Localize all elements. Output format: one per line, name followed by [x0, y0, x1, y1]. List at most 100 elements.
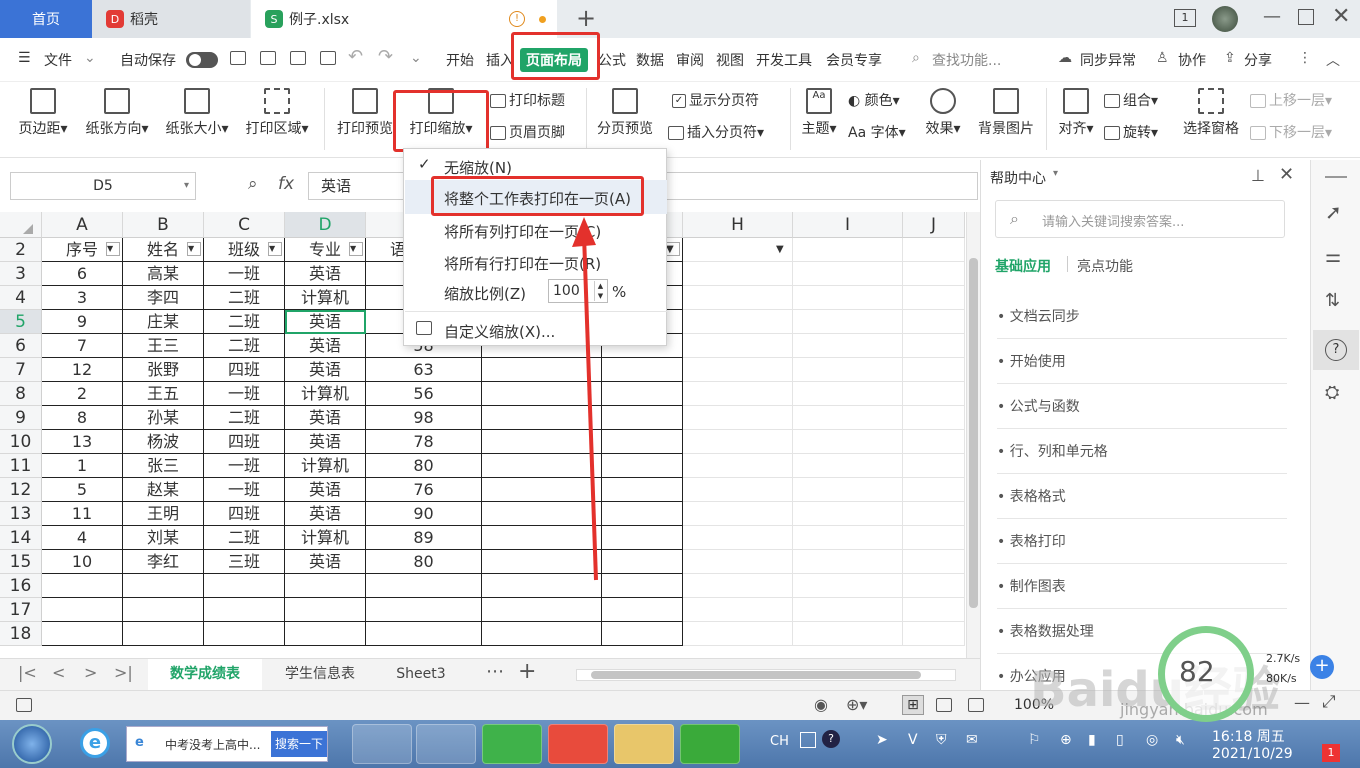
print-icon[interactable]	[290, 51, 306, 65]
table-cell[interactable]: 76	[366, 478, 482, 502]
menu-insert[interactable]: 插入	[486, 50, 514, 70]
table-cell[interactable]: 二班	[204, 526, 285, 550]
sheet-tab-active[interactable]: 数学成绩表	[148, 659, 262, 690]
print-titles-button[interactable]: 打印标题	[490, 90, 565, 110]
empty-cell[interactable]	[793, 406, 903, 430]
empty-cell[interactable]	[903, 550, 965, 574]
table-cell[interactable]	[366, 598, 482, 622]
empty-cell[interactable]	[903, 598, 965, 622]
column-header[interactable]: H	[683, 212, 793, 238]
table-cell[interactable]: 80	[366, 550, 482, 574]
table-cell[interactable]: 一班	[204, 454, 285, 478]
browser2-taskbar-icon[interactable]	[482, 724, 542, 764]
menu-member[interactable]: 会员专享	[826, 50, 882, 70]
insert-page-break-button[interactable]: 插入分页符▾	[668, 122, 764, 142]
colors-button[interactable]: ◐ 颜色▾	[848, 90, 900, 110]
empty-cell[interactable]	[903, 526, 965, 550]
table-cell[interactable]: 89	[366, 526, 482, 550]
margins-button[interactable]: 页边距▾	[10, 88, 76, 138]
table-cell[interactable]: 9	[42, 310, 123, 334]
help-search-box[interactable]: ⌕ 请输入关键词搜索答案...	[995, 200, 1285, 238]
table-cell[interactable]: 四班	[204, 502, 285, 526]
effects-button[interactable]: 效果▾	[920, 88, 966, 138]
empty-cell[interactable]	[683, 454, 793, 478]
column-header[interactable]: C	[204, 212, 285, 238]
row-header[interactable]: 9	[0, 406, 42, 430]
column-header[interactable]: B	[123, 212, 204, 238]
table-cell[interactable]: 英语	[285, 406, 366, 430]
table-cell[interactable]: 英语	[285, 430, 366, 454]
table-cell[interactable]: 计算机	[285, 382, 366, 406]
image-settings-icon[interactable]: ⛭	[1325, 382, 1339, 403]
column-header[interactable]: J	[903, 212, 965, 238]
table-cell[interactable]: 二班	[204, 334, 285, 358]
fx-icon[interactable]: fx	[278, 174, 294, 194]
last-sheet-icon[interactable]: >|	[114, 663, 133, 682]
eye-protect-icon[interactable]: ◉	[814, 695, 828, 714]
column-header[interactable]: D	[285, 212, 366, 238]
browser-task[interactable]: e 中考没考上高中... 搜索一下	[126, 726, 328, 762]
network-icon[interactable]: ▮	[1088, 732, 1096, 748]
empty-cell[interactable]	[903, 430, 965, 454]
help-topic-item[interactable]: • 文档云同步	[997, 306, 1287, 339]
row-header[interactable]: 4	[0, 286, 42, 310]
search-once-button[interactable]: 搜索一下	[271, 731, 327, 757]
row-header[interactable]: 3	[0, 262, 42, 286]
filter-dropdown-icon[interactable]: ▼	[666, 244, 674, 255]
table-cell[interactable]: 一班	[204, 382, 285, 406]
macro-icon[interactable]	[16, 698, 32, 712]
empty-cell[interactable]	[903, 286, 965, 310]
table-cell[interactable]: 11	[42, 502, 123, 526]
filter-dropdown-icon[interactable]: ▼	[776, 244, 784, 255]
next-sheet-icon[interactable]: >	[84, 663, 97, 682]
table-cell[interactable]	[285, 598, 366, 622]
table-cell[interactable]: 杨波	[123, 430, 204, 454]
menu-file[interactable]: 文件	[44, 50, 72, 70]
window-count-icon[interactable]: 1	[1174, 9, 1196, 27]
empty-cell[interactable]	[683, 622, 793, 646]
table-cell[interactable]: 英语	[285, 502, 366, 526]
table-cell[interactable]: 90	[366, 502, 482, 526]
tray-arrow-icon[interactable]: ➤	[876, 732, 888, 748]
sort-icon[interactable]: ⇅	[1325, 290, 1340, 311]
table-cell[interactable]	[482, 598, 602, 622]
table-cell[interactable]: 王明	[123, 502, 204, 526]
empty-cell[interactable]	[683, 382, 793, 406]
battery-icon[interactable]: ▯	[1116, 732, 1124, 748]
more-icon[interactable]: ⌄	[410, 50, 422, 66]
row-header[interactable]: 16	[0, 574, 42, 598]
add-sheet-icon[interactable]: +	[518, 659, 536, 684]
warning-icon[interactable]: !	[509, 11, 525, 27]
empty-cell[interactable]	[793, 598, 903, 622]
table-cell[interactable]	[204, 598, 285, 622]
empty-cell[interactable]	[903, 382, 965, 406]
column-header[interactable]: I	[793, 212, 903, 238]
help-topic-item[interactable]: • 开始使用	[997, 351, 1287, 384]
table-cell[interactable]: 二班	[204, 406, 285, 430]
table-cell[interactable]	[482, 622, 602, 646]
autosave-toggle[interactable]	[186, 52, 218, 68]
menu-developer[interactable]: 开发工具	[756, 50, 812, 70]
empty-cell[interactable]	[903, 334, 965, 358]
table-cell[interactable]	[366, 574, 482, 598]
table-cell[interactable]: 二班	[204, 286, 285, 310]
empty-cell[interactable]	[793, 262, 903, 286]
header-footer-button[interactable]: 页眉页脚	[490, 122, 565, 142]
table-cell[interactable]: 英语	[285, 358, 366, 382]
column-header[interactable]: A	[42, 212, 123, 238]
page-break-view-icon[interactable]	[968, 698, 984, 712]
table-cell[interactable]	[366, 622, 482, 646]
folder-taskbar-icon[interactable]	[614, 724, 674, 764]
empty-cell[interactable]	[903, 238, 965, 262]
table-cell[interactable]: 四班	[204, 358, 285, 382]
table-cell[interactable]: 赵某	[123, 478, 204, 502]
table-cell[interactable]: 刘某	[123, 526, 204, 550]
sheet-tab[interactable]: 学生信息表	[266, 659, 374, 690]
bell-icon[interactable]: ⚐	[1028, 732, 1041, 748]
show-page-breaks-checkbox[interactable]: ✓ 显示分页符	[672, 90, 759, 110]
menu-review[interactable]: 审阅	[676, 50, 704, 70]
edge-tray-icon[interactable]: ◎	[1146, 732, 1158, 748]
table-cell[interactable]	[123, 574, 204, 598]
fonts-button[interactable]: Aa 字体▾	[848, 122, 906, 142]
option-custom-scale[interactable]: 自定义缩放(X)...	[444, 321, 555, 342]
